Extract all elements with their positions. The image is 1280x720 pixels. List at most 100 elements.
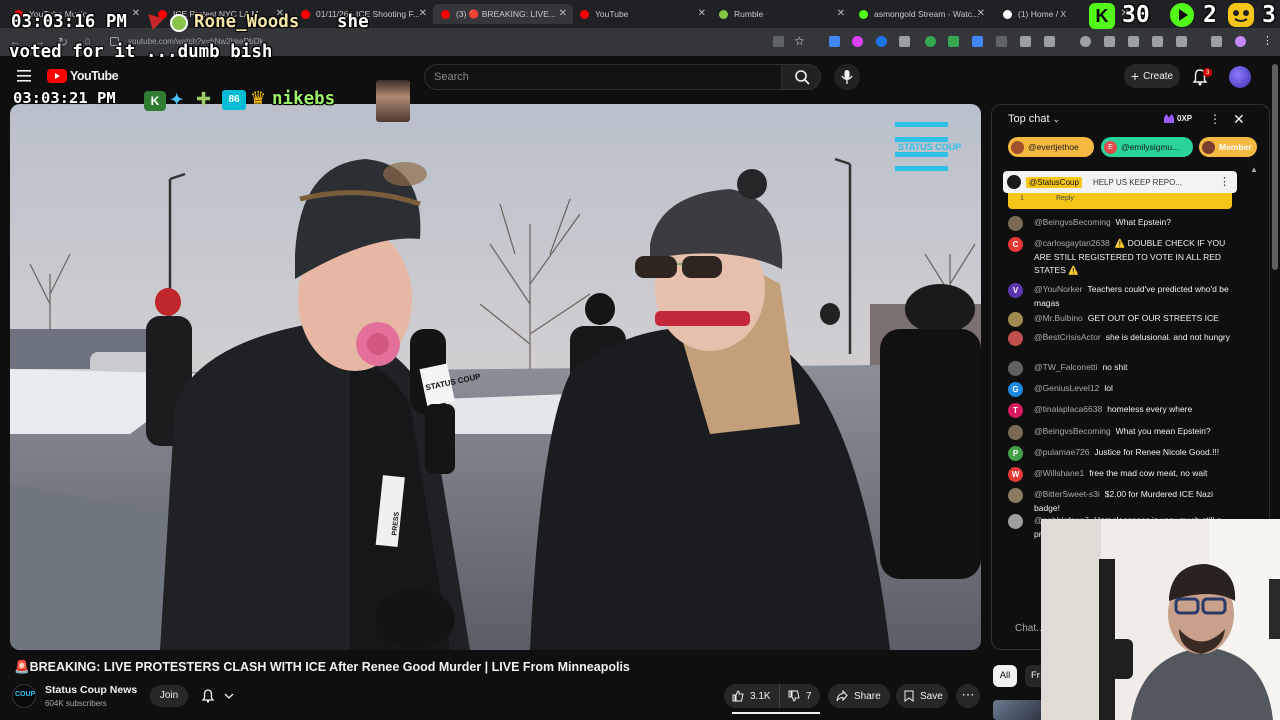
browser-tab[interactable]: Rumble ✕ <box>711 4 851 24</box>
chat-message[interactable]: @BeingvsBecoming What Epstein? <box>1008 216 1234 231</box>
chat-donor-chip-1[interactable]: @evertjethoe <box>1008 137 1094 157</box>
search-icon <box>795 70 810 85</box>
cast-icon[interactable] <box>773 36 784 47</box>
chat-message[interactable]: C @carlosgaytan2638 ⚠️ DOUBLE CHECK IF YOU… <box>1008 237 1234 278</box>
chat-author-name[interactable]: @GeniusLevel12 <box>1034 383 1099 393</box>
extension-10-icon[interactable] <box>1104 36 1115 47</box>
chat-message[interactable]: G @GeniusLevel12 lol <box>1008 382 1234 397</box>
chat-author-name[interactable]: @YouNorker <box>1034 284 1082 294</box>
tab-close-icon[interactable]: ✕ <box>132 8 140 19</box>
extension-8-icon[interactable] <box>996 36 1007 47</box>
subscription-bell-button[interactable] <box>196 685 242 707</box>
chat-message[interactable]: T @tinalaplaca6638 homeless every where <box>1008 403 1234 418</box>
share-label: Share <box>854 690 881 702</box>
profile-icon[interactable] <box>1235 36 1246 47</box>
devtools-icon[interactable] <box>1128 36 1139 47</box>
pinned-menu-icon[interactable]: ⋮ <box>1219 175 1230 188</box>
pinned-reply-button[interactable]: Reply <box>1056 195 1074 202</box>
chat-message-body: @Mr.Bulbino GET OUT OF OUR STREETS ICE <box>1034 312 1234 326</box>
extension-5-icon[interactable] <box>925 36 936 47</box>
chat-message[interactable]: @BestCrisisActor she is delusional. and n… <box>1008 331 1234 346</box>
browser-tab[interactable]: YouTube ✕ <box>572 4 712 24</box>
channel-logo[interactable]: COUP <box>12 684 36 708</box>
chat-message[interactable]: @BitterSweet-s3i $2.00 for Murdered ICE N… <box>1008 488 1234 515</box>
chat-message[interactable]: @BeingvsBecoming What you mean Epstein? <box>1008 425 1234 440</box>
sidebar-icon[interactable] <box>1176 36 1187 47</box>
overlay-crown-icon: ♛ <box>250 88 267 108</box>
browser-menu-icon[interactable]: ⋮ <box>1262 34 1273 47</box>
dislike-button[interactable]: 7 <box>780 684 812 708</box>
extension-1-icon[interactable] <box>829 36 840 47</box>
chat-author-name[interactable]: @BitterSweet-s3i <box>1034 489 1100 499</box>
chat-scroll-up-icon[interactable]: ▲ <box>1250 165 1258 174</box>
more-actions-button[interactable]: ⋯ <box>956 684 980 708</box>
tab-close-icon[interactable]: ✕ <box>977 8 985 19</box>
chat-donor-chip-2[interactable]: E @emilysigmu... <box>1101 137 1193 157</box>
account-avatar[interactable] <box>1229 66 1251 88</box>
chat-message[interactable]: @Mr.Bulbino GET OUT OF OUR STREETS ICE <box>1008 312 1234 327</box>
channel-name[interactable]: Status Coup News <box>45 684 137 696</box>
search-box[interactable] <box>424 64 782 90</box>
chat-member-chip[interactable]: Member <box>1199 137 1257 157</box>
pinned-message[interactable]: @StatusCoup HELP US KEEP REPO... ⋮ <box>1003 171 1237 193</box>
tab-close-icon[interactable]: ✕ <box>419 8 427 19</box>
chat-message[interactable]: W @Willshane1 free the mad cow meat, no wa… <box>1008 467 1234 482</box>
chat-menu-icon[interactable]: ⋮ <box>1209 112 1221 126</box>
overlay-play-icon <box>1170 3 1194 27</box>
extension-4-icon[interactable] <box>899 36 910 47</box>
tab-close-icon[interactable]: ✕ <box>698 8 706 19</box>
extension-11-icon[interactable] <box>1152 36 1163 47</box>
create-button[interactable]: + Create <box>1124 64 1180 88</box>
tab-close-icon[interactable]: ✕ <box>837 8 845 19</box>
video-player[interactable]: STATUS COUP PRESS STATUS COUP <box>10 104 981 650</box>
save-button[interactable]: Save <box>896 684 948 708</box>
share-icon <box>836 690 848 702</box>
chip-avatar-3 <box>1202 140 1215 154</box>
chat-author-name[interactable]: @tinalaplaca6638 <box>1034 404 1102 414</box>
page-scrollbar[interactable] <box>1272 64 1278 270</box>
chip-label-3: Member <box>1219 142 1252 152</box>
history-icon[interactable] <box>1080 36 1091 47</box>
youtube-logo[interactable]: YouTube <box>47 69 119 83</box>
like-button[interactable]: 3.1K <box>724 684 780 708</box>
chat-close-icon[interactable]: ✕ <box>1233 111 1245 128</box>
tab-close-icon[interactable]: ✕ <box>559 8 567 19</box>
join-button[interactable]: Join <box>150 685 188 707</box>
chat-author-avatar <box>1008 312 1023 327</box>
extension-9-icon[interactable] <box>1020 36 1031 47</box>
chat-author-name[interactable]: @pulamae726 <box>1034 447 1089 457</box>
chat-author-name[interactable]: @BeingvsBecoming <box>1034 217 1111 227</box>
bookmark-star-icon[interactable]: ☆ <box>794 34 805 48</box>
chat-message-text: GET OUT OF OUR STREETS ICE <box>1087 313 1219 323</box>
voice-search-button[interactable] <box>834 64 860 90</box>
chevron-down-icon: ⌄ <box>1052 114 1061 124</box>
chat-author-name[interactable]: @Willshane1 <box>1034 468 1084 478</box>
extension-7-icon[interactable] <box>972 36 983 47</box>
extension-6-icon[interactable] <box>948 36 959 47</box>
extensions-puzzle-icon[interactable] <box>1044 36 1055 47</box>
chat-author-name[interactable]: @carlosgaytan2638 <box>1034 238 1110 248</box>
chat-author-avatar <box>1008 216 1023 231</box>
chat-message[interactable]: P @pulamae726 Justice for Renee Nicole Goo… <box>1008 446 1234 461</box>
downloads-icon[interactable] <box>1211 36 1222 47</box>
chip-label-2: @emilysigmu... <box>1121 142 1180 152</box>
chat-mode-selector[interactable]: Top chat ⌄ <box>1008 113 1060 125</box>
chat-author-name[interactable]: @BeingvsBecoming <box>1034 426 1111 436</box>
chevron-down-icon <box>224 693 234 699</box>
browser-tab[interactable]: (3) 🔴 BREAKING: LIVE... ✕ <box>433 4 573 24</box>
chat-message[interactable]: V @YouNorker Teachers could've predicted w… <box>1008 283 1234 310</box>
chat-author-name[interactable]: @BestCrisisActor <box>1034 332 1101 342</box>
chat-message[interactable]: @TW_Falconetti no shit <box>1008 361 1234 376</box>
search-input[interactable]: Search <box>434 71 469 83</box>
hamburger-menu-icon[interactable] <box>17 70 31 82</box>
share-button[interactable]: Share <box>828 684 890 708</box>
filter-chip-all[interactable]: All <box>993 665 1017 687</box>
chat-author-name[interactable]: @Mr.Bulbino <box>1034 313 1083 323</box>
chat-author-name[interactable]: @TW_Falconetti <box>1034 362 1097 372</box>
extension-3-icon[interactable] <box>876 36 887 47</box>
chat-author-avatar: W <box>1008 467 1023 482</box>
search-button[interactable] <box>781 64 821 90</box>
extension-2-icon[interactable] <box>852 36 863 47</box>
browser-tab[interactable]: asmongold Stream - Watc... ✕ <box>851 4 991 24</box>
recommended-video-thumbnail[interactable] <box>993 700 1043 720</box>
